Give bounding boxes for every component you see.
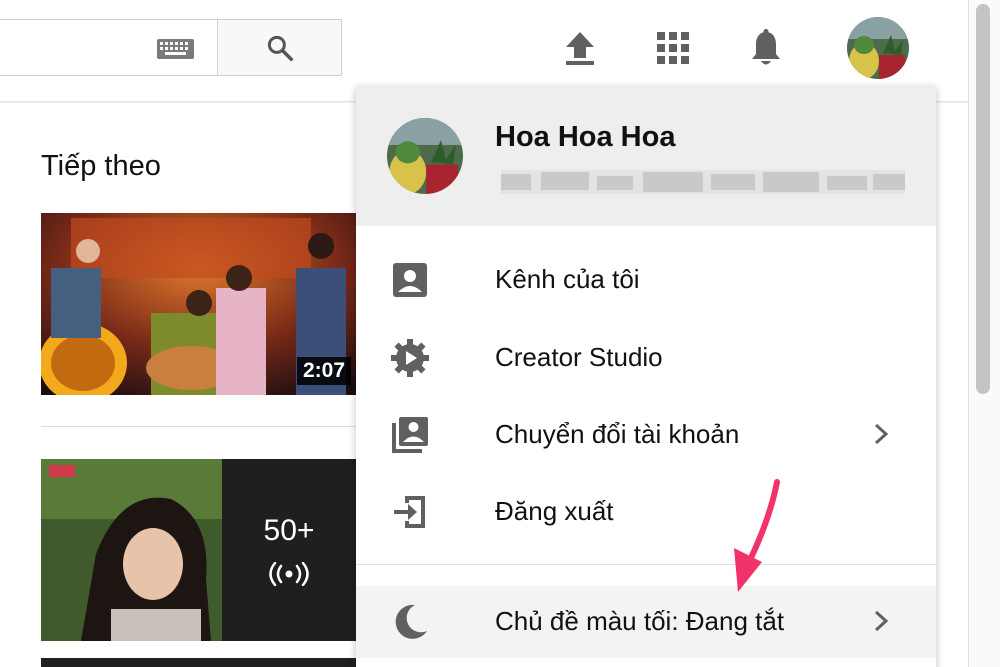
video-duration: 2:07 <box>296 357 351 385</box>
apps-icon <box>657 32 689 64</box>
sign-out-icon <box>390 492 430 532</box>
account-box-icon <box>390 260 430 300</box>
menu-item-label: Chuyển đổi tài khoản <box>495 419 740 449</box>
upload-icon <box>566 32 594 65</box>
moon-icon <box>390 602 430 642</box>
keyboard-icon[interactable] <box>157 39 194 59</box>
account-avatar <box>387 118 463 194</box>
menu-divider <box>356 564 936 565</box>
account-name: Hoa Hoa Hoa <box>495 121 676 153</box>
menu-item-label: Đăng xuất <box>495 496 614 526</box>
switch-account-icon <box>390 415 430 455</box>
video-thumbnail-2[interactable]: 50+ <box>41 459 356 641</box>
section-title: Tiếp theo <box>41 150 161 182</box>
notifications-button[interactable] <box>748 28 784 68</box>
account-email-blurred <box>501 170 905 194</box>
playlist-overlay: 50+ <box>222 459 356 641</box>
menu-item-sign-out[interactable]: Đăng xuất <box>356 476 936 548</box>
chevron-right-icon <box>874 423 889 445</box>
chevron-right-icon <box>874 610 889 632</box>
avatar <box>387 118 463 194</box>
playlist-count: 50+ <box>263 514 315 547</box>
notifications-icon <box>752 29 780 65</box>
account-menu: Hoa Hoa Hoa Kênh của tôi Creator Studio … <box>356 86 936 667</box>
video-thumbnail-3[interactable] <box>41 658 356 667</box>
menu-item-label: Kênh của tôi <box>495 264 640 294</box>
scrollbar-thumb[interactable] <box>976 4 990 394</box>
search-icon <box>267 35 293 61</box>
menu-item-my-channel[interactable]: Kênh của tôi <box>356 244 936 316</box>
divider <box>41 426 356 427</box>
menu-item-switch-account[interactable]: Chuyển đổi tài khoản <box>356 399 936 471</box>
menu-item-label: Chủ đề màu tối: Đang tắt <box>495 606 785 636</box>
account-header: Hoa Hoa Hoa <box>356 86 936 226</box>
live-broadcast-icon <box>269 562 309 586</box>
avatar <box>847 17 909 79</box>
upload-button[interactable] <box>562 28 598 68</box>
menu-item-dark-theme[interactable]: Chủ đề màu tối: Đang tắt <box>356 586 936 658</box>
account-avatar-button[interactable] <box>847 17 909 79</box>
video-thumbnail-1[interactable]: 2:07 <box>41 213 356 395</box>
menu-item-label: Creator Studio <box>495 342 663 372</box>
menu-item-creator-studio[interactable]: Creator Studio <box>356 322 936 394</box>
scrollbar[interactable] <box>968 0 1000 667</box>
gear-play-icon <box>390 338 430 378</box>
apps-button[interactable] <box>655 28 691 68</box>
search-button[interactable] <box>217 19 342 76</box>
